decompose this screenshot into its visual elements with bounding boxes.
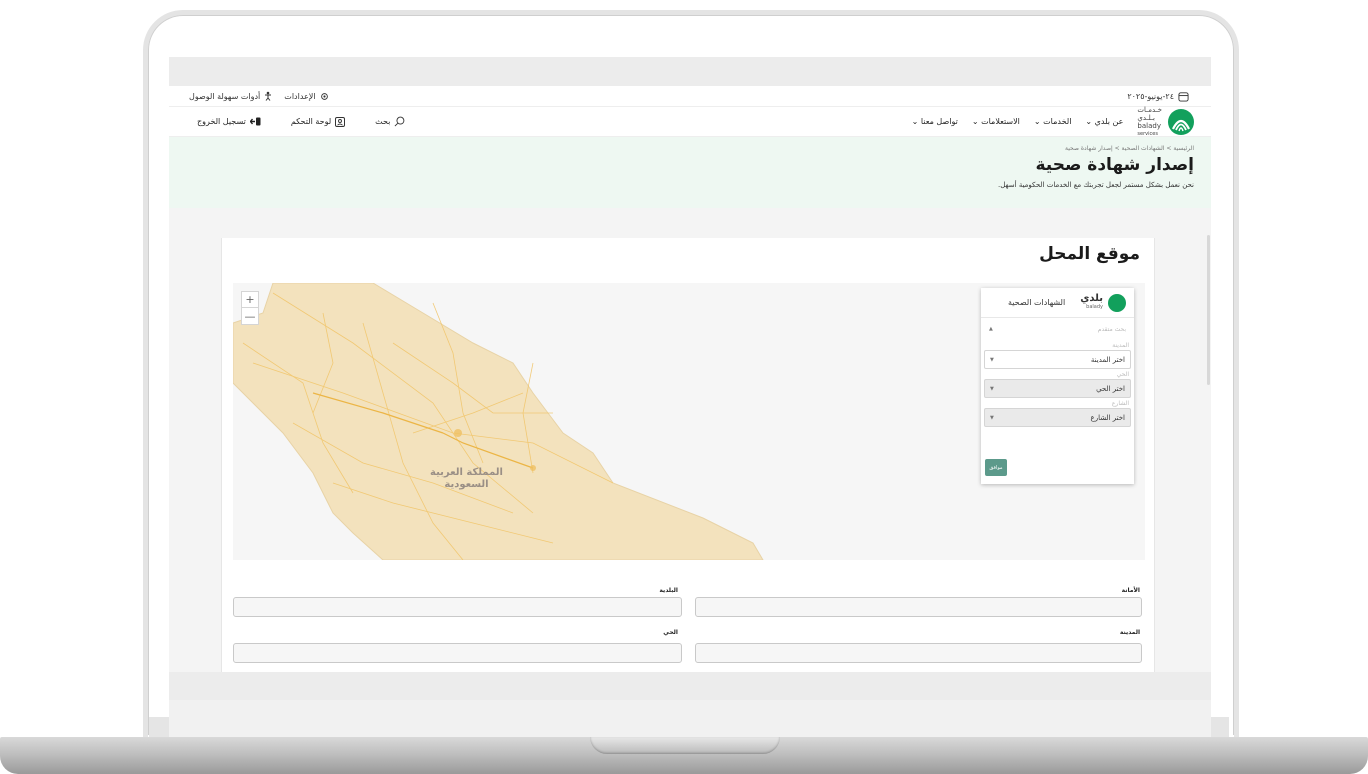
logo-line-3: balady: [1137, 121, 1161, 130]
zoom-in-button[interactable]: +: [242, 292, 258, 308]
accessibility-link[interactable]: أدوات سهولة الوصول: [189, 91, 272, 101]
laptop-notch: [590, 737, 780, 754]
baladiya-label: البلدية: [659, 587, 678, 594]
district-input[interactable]: [233, 643, 682, 663]
panel-brand-name: بلدي: [1080, 292, 1103, 304]
location-map[interactable]: + — المملكة العربية السعودية بلدي balady…: [233, 283, 1145, 560]
panel-title: الشهادات الصحية: [1007, 298, 1066, 307]
map-country-label: المملكة العربية السعودية: [430, 467, 503, 491]
map-zoom-control: + —: [241, 291, 259, 325]
advanced-search-toggle[interactable]: بحث متقدم ▲: [981, 318, 1134, 340]
dashboard-label: لوحة التحكم: [290, 117, 332, 126]
search-button[interactable]: بحث: [375, 116, 405, 127]
settings-link[interactable]: الإعدادات: [284, 92, 328, 101]
main-menu: عن بلدي ⌄ الخدمات ⌄ الاستعلامات ⌄ تواصل …: [912, 117, 1124, 126]
breadcrumb: الرئيسية > الشهادات الصحية > إصدار شهادة…: [1064, 145, 1194, 152]
district-select[interactable]: اختر الحي ▼: [984, 379, 1131, 398]
menu-item-about[interactable]: عن بلدي ⌄: [1085, 117, 1123, 126]
chevron-up-icon: ▲: [989, 326, 993, 332]
panel-logo-icon: [1108, 293, 1126, 312]
district-select-value: اختر الحي: [1096, 384, 1125, 393]
district-field-label: الحي: [663, 629, 678, 636]
browser-bottom-bar: [169, 672, 1211, 700]
amanah-input[interactable]: [695, 597, 1142, 617]
panel-brand: بلدي balady: [1080, 292, 1103, 312]
menu-item-services[interactable]: الخدمات ⌄: [1034, 117, 1072, 126]
advanced-search-label: بحث متقدم: [1097, 325, 1126, 333]
user-box-icon: [335, 116, 346, 127]
ok-button[interactable]: موافق: [985, 459, 1007, 476]
panel-header: بلدي balady الشهادات الصحية: [981, 288, 1134, 318]
page-title: إصدار شهادة صحية: [1035, 155, 1194, 175]
chevron-down-icon: ▼: [990, 385, 994, 392]
section-title: موقع المحل: [1039, 244, 1140, 264]
logo-line-2: بـلـدي: [1137, 113, 1155, 122]
accessibility-icon: [264, 91, 272, 101]
page-scrollbar[interactable]: [1207, 235, 1210, 385]
balady-logo-text: ﺧـﺪﻣـﺎت بـلـدي balady services: [1137, 106, 1162, 138]
district-label: الحي: [1116, 371, 1129, 378]
chevron-down-icon: ▼: [990, 414, 994, 421]
calendar-icon: [1178, 91, 1189, 102]
search-label: بحث: [375, 117, 391, 126]
balady-logo[interactable]: ﺧـﺪﻣـﺎت بـلـدي balady services: [1137, 106, 1194, 138]
gear-icon: [320, 92, 329, 101]
amanah-label: الأمانة: [1121, 587, 1140, 594]
zoom-out-button[interactable]: —: [242, 308, 258, 324]
nav-left: بحث لوحة التحكم تسجيل الخروج: [197, 116, 405, 127]
browser-screen: ٢٤-يونيو-٢٠٢٥ الإعدادات أدوات سهولة الوص…: [169, 57, 1211, 700]
street-select[interactable]: اختر الشارع ▼: [984, 408, 1131, 427]
baladiya-input[interactable]: [233, 597, 682, 617]
search-icon: [394, 116, 405, 127]
main-navbar: ﺧـﺪﻣـﺎت بـلـدي balady services عن بلدي ⌄…: [169, 106, 1211, 138]
utility-links: الإعدادات أدوات سهولة الوصول: [189, 91, 329, 101]
page-hero: الرئيسية > الشهادات الصحية > إصدار شهادة…: [169, 137, 1211, 208]
page-subtitle: نحن نعمل بشكل مستمر لجعل تجربتك مع الخدم…: [998, 181, 1194, 189]
browser-top-bar: [169, 57, 1211, 86]
map-label-line-2: السعودية: [444, 479, 489, 490]
dashboard-link[interactable]: لوحة التحكم: [290, 116, 346, 127]
street-label: الشارع: [1111, 400, 1129, 407]
logo-line-4: services: [1137, 130, 1158, 137]
balady-logo-icon: [1168, 108, 1194, 135]
menu-item-inquiries[interactable]: الاستعلامات ⌄: [972, 117, 1020, 126]
search-panel: بلدي balady الشهادات الصحية بحث متقدم ▲ …: [981, 288, 1134, 484]
street-select-value: اختر الشارع: [1090, 413, 1125, 422]
logout-label: تسجيل الخروج: [197, 117, 246, 126]
city-input[interactable]: [695, 643, 1142, 663]
logout-icon: [249, 117, 261, 126]
laptop-frame: ٢٤-يونيو-٢٠٢٥ الإعدادات أدوات سهولة الوص…: [0, 0, 1368, 774]
city-select[interactable]: اختر المدينة ▼: [984, 350, 1131, 369]
screen-bottom-bezel: [169, 700, 1211, 737]
chevron-down-icon: ▼: [990, 356, 994, 363]
nav-right: ﺧـﺪﻣـﺎت بـلـدي balady services عن بلدي ⌄…: [912, 106, 1194, 138]
settings-label: الإعدادات: [284, 91, 316, 101]
panel-brand-sub: balady: [1086, 303, 1103, 310]
accessibility-label: أدوات سهولة الوصول: [189, 91, 261, 101]
utility-bar: ٢٤-يونيو-٢٠٢٥ الإعدادات أدوات سهولة الوص…: [169, 86, 1211, 107]
form-card: موقع المحل + — المملكة العربية السعودية …: [221, 238, 1155, 700]
logo-line-1: ﺧـﺪﻣـﺎت: [1137, 105, 1162, 114]
city-select-value: اختر المدينة: [1090, 355, 1125, 364]
city-label: المدينة: [1112, 342, 1129, 349]
date-text: ٢٤-يونيو-٢٠٢٥: [1127, 91, 1174, 101]
date-display: ٢٤-يونيو-٢٠٢٥: [1127, 91, 1189, 102]
menu-item-contact[interactable]: تواصل معنا ⌄: [912, 117, 958, 126]
map-label-line-1: المملكة العربية: [430, 467, 503, 478]
city-field-label: المدينة: [1119, 629, 1140, 636]
logout-link[interactable]: تسجيل الخروج: [197, 117, 261, 126]
